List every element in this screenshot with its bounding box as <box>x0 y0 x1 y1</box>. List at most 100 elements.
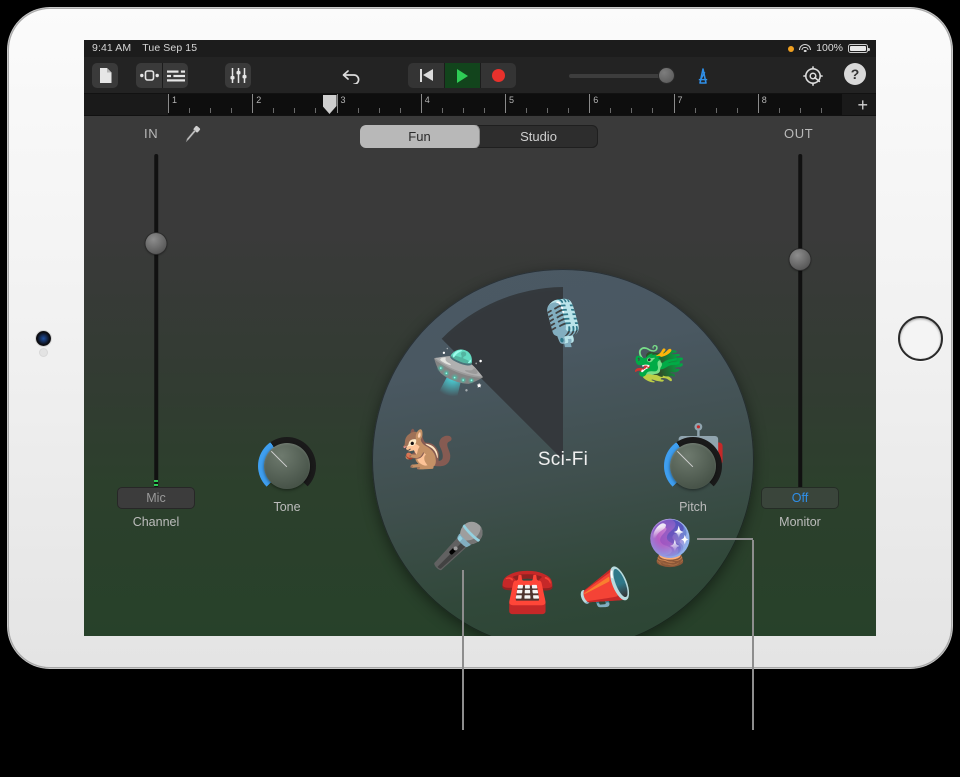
ruler-bar-label: 2 <box>256 95 261 105</box>
ruler-tick-minor <box>442 108 443 113</box>
home-button[interactable] <box>898 316 943 361</box>
bubbles-icon[interactable]: 🔮 <box>638 512 702 576</box>
tone-knob-dial[interactable] <box>258 437 316 495</box>
view-segmented-control <box>136 63 188 88</box>
record-button[interactable] <box>480 63 516 88</box>
ruler-tick-minor <box>547 108 548 113</box>
ruler-tick-major <box>337 94 338 113</box>
input-slider-thumb[interactable] <box>146 233 167 254</box>
pitch-knob-dial[interactable] <box>664 437 722 495</box>
metronome-icon <box>694 67 712 85</box>
wifi-icon <box>799 44 811 53</box>
undo-group <box>339 63 365 88</box>
master-volume-thumb[interactable] <box>659 68 674 83</box>
toolbar-fx-group <box>225 63 251 88</box>
settings-button[interactable] <box>800 63 826 88</box>
ruler-tick-minor <box>716 108 717 113</box>
orange-status-dot-icon <box>788 46 794 52</box>
ruler-tick-minor <box>315 108 316 113</box>
fx-button[interactable] <box>225 63 251 88</box>
metronome-button[interactable] <box>690 63 716 88</box>
transport-controls <box>408 63 516 88</box>
mixer-button[interactable] <box>162 63 188 88</box>
chipmunk-icon[interactable]: 🐿️ <box>396 416 460 480</box>
ruler-bar-label: 4 <box>425 95 430 105</box>
main-toolbar: ? <box>84 57 876 94</box>
tone-knob[interactable]: Tone <box>258 437 316 514</box>
output-level-slider[interactable] <box>789 154 811 494</box>
megaphone-icon[interactable]: 📣 <box>573 557 637 621</box>
play-icon <box>457 69 468 83</box>
ruler-tick-minor <box>631 108 632 113</box>
rewind-button[interactable] <box>408 63 444 88</box>
ruler-bar-label: 3 <box>341 95 346 105</box>
ruler-bar-label: 1 <box>172 95 177 105</box>
ruler-tick-minor <box>231 108 232 113</box>
ruler-tick-minor <box>779 108 780 113</box>
ruler-tick-minor <box>652 108 653 113</box>
ruler-bar-label: 6 <box>593 95 598 105</box>
rewind-to-start-icon <box>420 69 433 82</box>
my-songs-button[interactable] <box>92 63 118 88</box>
ruler-tick-minor <box>568 108 569 113</box>
channel-button[interactable]: Mic <box>117 487 195 509</box>
output-slider-thumb[interactable] <box>790 249 811 270</box>
input-level-slider[interactable] <box>145 154 167 494</box>
gear-icon <box>803 66 823 86</box>
ruler-tick-major <box>505 94 506 113</box>
pitch-knob-label: Pitch <box>664 500 722 514</box>
channel-caption: Channel <box>96 515 216 529</box>
input-label: IN <box>144 126 158 141</box>
toolbar-view-group <box>136 63 188 88</box>
tab-studio[interactable]: Studio <box>479 125 598 148</box>
ruler-tick-minor <box>737 108 738 113</box>
help-button[interactable]: ? <box>844 63 866 85</box>
input-slider-track <box>154 154 158 494</box>
ufo-icon[interactable]: 🛸 <box>427 341 491 405</box>
ruler-tick-minor <box>800 108 801 113</box>
ruler-tick-minor <box>294 108 295 113</box>
master-volume-slider[interactable] <box>569 63 674 88</box>
ruler-bar-label: 8 <box>762 95 767 105</box>
ruler-tick-minor <box>821 108 822 113</box>
status-bar-left: 9:41 AM Tue Sep 15 <box>92 40 197 57</box>
monitor-button[interactable]: Off <box>761 487 839 509</box>
add-track-button[interactable]: + <box>857 98 868 112</box>
ambient-sensor-icon <box>40 349 47 356</box>
gold-microphone-icon[interactable]: 🎤 <box>427 515 491 579</box>
ruler-bar-label: 7 <box>678 95 683 105</box>
output-slider-track <box>798 154 802 494</box>
battery-full-icon <box>848 44 868 53</box>
ruler-tick-major <box>674 94 675 113</box>
status-bar: 9:41 AM Tue Sep 15 100% <box>84 40 876 57</box>
ruler-tick-major <box>421 94 422 113</box>
studio-microphone-icon[interactable]: 🎙️ <box>531 292 595 356</box>
track-view-button[interactable] <box>136 63 162 88</box>
monster-icon[interactable]: 🐲 <box>627 332 691 396</box>
output-label: OUT <box>784 126 813 141</box>
undo-button[interactable] <box>339 63 365 88</box>
telephone-icon[interactable]: ☎️ <box>496 559 560 623</box>
ruler-tick-major <box>758 94 759 113</box>
play-button[interactable] <box>444 63 480 88</box>
ruler-tick-minor <box>400 108 401 113</box>
help-label: ? <box>844 63 866 85</box>
tone-knob-label: Tone <box>258 500 316 514</box>
record-icon <box>492 69 505 82</box>
playhead[interactable] <box>323 95 337 114</box>
pitch-knob[interactable]: Pitch <box>664 437 722 514</box>
ruler-tick-minor <box>273 108 274 113</box>
ipad-screen: 9:41 AM Tue Sep 15 100% <box>84 40 876 636</box>
ruler-bars[interactable]: 1 2 3 4 5 6 7 8 <box>168 94 842 115</box>
ruler-tick-minor <box>463 108 464 113</box>
ruler-tick-minor <box>210 108 211 113</box>
screenshot-stage: 9:41 AM Tue Sep 15 100% <box>0 0 960 777</box>
mode-segmented-control: Fun Studio <box>360 125 598 148</box>
tab-fun[interactable]: Fun <box>360 125 479 148</box>
ruler-tick-major <box>589 94 590 113</box>
ruler-bar-label: 5 <box>509 95 514 105</box>
ruler-tick-minor <box>379 108 380 113</box>
status-date: Tue Sep 15 <box>142 42 197 54</box>
monitor-caption: Monitor <box>740 515 860 529</box>
timeline-ruler[interactable]: 1 2 3 4 5 6 7 8 + <box>84 94 876 116</box>
